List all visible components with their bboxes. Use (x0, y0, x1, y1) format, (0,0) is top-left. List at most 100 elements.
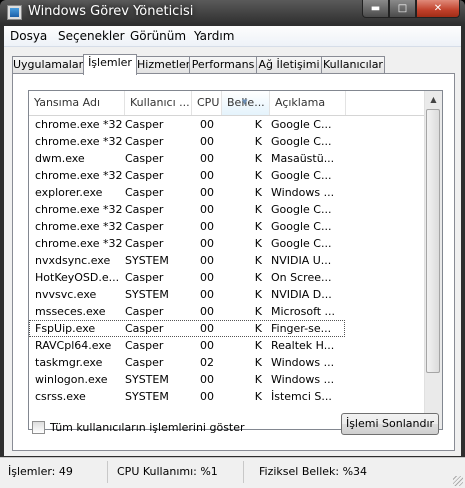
process-row[interactable]: msseces.exe Casper 00 K Microsoft ... (29, 303, 425, 320)
process-description: Google C... (271, 203, 332, 216)
process-image-name: nvvsvc.exe (35, 288, 97, 301)
maximize-button[interactable]: □ (389, 0, 416, 18)
column-header-row: Yansıma Adı Kullanıcı ... CPU ▼ Belle...… (29, 91, 425, 116)
menu-gorunum[interactable]: Görünüm (130, 29, 186, 43)
client-area: Dosya Seçenekler Görünüm Yardım Uygulama… (4, 26, 461, 456)
process-row[interactable]: winlogon.exe SYSTEM 00 K Windows ... (29, 371, 425, 388)
menu-dosya[interactable]: Dosya (10, 29, 47, 43)
process-row[interactable]: explorer.exe Casper 00 K Windows ... (29, 184, 425, 201)
process-user: Casper (125, 203, 164, 216)
menu-yardim[interactable]: Yardım (194, 29, 234, 43)
process-memory: K (254, 339, 262, 352)
process-user: SYSTEM (125, 254, 169, 267)
process-memory: K (254, 135, 262, 148)
process-row[interactable]: chrome.exe *32 Casper 00 K Google C... (29, 218, 425, 235)
column-header-user[interactable]: Kullanıcı ... (125, 91, 192, 115)
process-memory: K (254, 220, 262, 233)
process-image-name: chrome.exe *32 (35, 220, 123, 233)
process-row[interactable]: chrome.exe *32 Casper 00 K Google C... (29, 116, 425, 133)
process-user: Casper (125, 152, 164, 165)
process-image-name: chrome.exe *32 (35, 135, 123, 148)
process-cpu: 00 (200, 135, 214, 148)
end-process-button[interactable]: İşlemi Sonlandır (341, 413, 439, 435)
process-memory: K (254, 186, 262, 199)
vertical-scrollbar[interactable]: ▲ ▼ (424, 91, 442, 429)
process-description: Google C... (271, 118, 332, 131)
process-row[interactable]: nvvsvc.exe SYSTEM 00 K NVIDIA D... (29, 286, 425, 303)
show-all-users-checkbox[interactable] (32, 421, 45, 434)
process-user: Casper (125, 339, 164, 352)
process-description: Masaüstü... (271, 152, 335, 165)
process-user: SYSTEM (125, 373, 169, 386)
process-row[interactable]: chrome.exe *32 Casper 00 K Google C... (29, 201, 425, 218)
menu-secenekler[interactable]: Seçenekler (58, 29, 125, 43)
process-memory: K (254, 305, 262, 318)
process-list[interactable]: Yansıma Adı Kullanıcı ... CPU ▼ Belle...… (28, 90, 443, 430)
process-description: Realtek H... (271, 339, 335, 352)
tab-islemler[interactable]: İşlemler (83, 54, 137, 75)
sort-arrow-icon: ▼ (242, 98, 248, 106)
column-header-image-name[interactable]: Yansıma Adı (29, 91, 125, 115)
process-memory: K (254, 271, 262, 284)
process-image-name: FspUip.exe (35, 322, 96, 335)
process-row[interactable]: csrss.exe SYSTEM 00 K İstemci S... (29, 388, 425, 405)
process-image-name: explorer.exe (35, 186, 103, 199)
process-image-name: taskmgr.exe (35, 356, 103, 369)
process-description: Microsoft ... (271, 305, 336, 318)
status-process-count: İşlemler: 49 (8, 465, 73, 478)
process-user: SYSTEM (125, 288, 169, 301)
process-cpu: 00 (200, 169, 214, 182)
process-image-name: csrss.exe (35, 390, 86, 403)
process-row[interactable]: taskmgr.exe Casper 02 K Windows ... (29, 354, 425, 371)
column-header-memory[interactable]: ▼ Belle... (222, 91, 270, 115)
process-memory: K (254, 118, 262, 131)
close-button[interactable]: ✕ (416, 0, 460, 18)
task-manager-app-icon (7, 5, 22, 20)
process-user: Casper (125, 135, 164, 148)
process-user: Casper (125, 118, 164, 131)
process-image-name: HotKeyOSD.e... (35, 271, 120, 284)
tab-ag-iletisimi[interactable]: Ağ İletişimi (256, 56, 322, 73)
process-image-name: chrome.exe *32 (35, 118, 123, 131)
process-row[interactable]: chrome.exe *32 Casper 00 K Google C... (29, 133, 425, 150)
show-all-users-label[interactable]: Tüm kullanıcıların işlemlerini göster (50, 421, 245, 434)
process-image-name: msseces.exe (35, 305, 106, 318)
process-description: NVIDIA D... (271, 288, 332, 301)
tab-uygulamalar[interactable]: Uygulamalar (12, 56, 84, 73)
process-memory: K (254, 152, 262, 165)
process-memory: K (254, 203, 262, 216)
scroll-up-arrow-icon[interactable]: ▲ (425, 91, 442, 108)
process-row[interactable]: nvxdsync.exe SYSTEM 00 K NVIDIA U... (29, 252, 425, 269)
resize-grip[interactable] (453, 476, 463, 486)
minimize-button[interactable]: ▬ (362, 0, 389, 18)
process-row[interactable]: chrome.exe *32 Casper 00 K Google C... (29, 167, 425, 184)
scrollbar-thumb[interactable] (426, 109, 440, 373)
task-manager-window: Windows Görev Yöneticisi ▬ □ ✕ Dosya Seç… (0, 0, 465, 488)
process-row[interactable]: HotKeyOSD.e... Casper 00 K On Scree... (29, 269, 425, 286)
process-image-name: chrome.exe *32 (35, 169, 123, 182)
process-row[interactable]: dwm.exe Casper 00 K Masaüstü... (29, 150, 425, 167)
title-bar[interactable]: Windows Görev Yöneticisi ▬ □ ✕ (0, 0, 465, 26)
process-row[interactable]: FspUip.exe Casper 00 K Finger-se... (29, 320, 345, 337)
process-row[interactable]: RAVCpl64.exe Casper 00 K Realtek H... (29, 337, 425, 354)
process-description: Google C... (271, 169, 332, 182)
process-cpu: 00 (200, 305, 214, 318)
process-memory: K (254, 237, 262, 250)
process-cpu: 00 (200, 339, 214, 352)
process-image-name: chrome.exe *32 (35, 237, 123, 250)
process-cpu: 00 (200, 390, 214, 403)
tab-hizmetler[interactable]: Hizmetler (136, 56, 190, 73)
process-user: Casper (125, 305, 164, 318)
tab-kullanicilar[interactable]: Kullanıcılar (321, 56, 385, 73)
process-row[interactable]: chrome.exe *32 Casper 00 K Google C... (29, 235, 425, 252)
process-cpu: 00 (200, 203, 214, 216)
column-header-cpu[interactable]: CPU (192, 91, 222, 115)
column-header-description[interactable]: Açıklama (270, 91, 346, 115)
process-cpu: 02 (200, 356, 214, 369)
process-memory: K (254, 373, 262, 386)
process-cpu: 00 (200, 186, 214, 199)
process-image-name: chrome.exe *32 (35, 203, 123, 216)
tab-performans[interactable]: Performans (189, 56, 257, 73)
process-image-name: nvxdsync.exe (35, 254, 111, 267)
process-cpu: 00 (200, 271, 214, 284)
